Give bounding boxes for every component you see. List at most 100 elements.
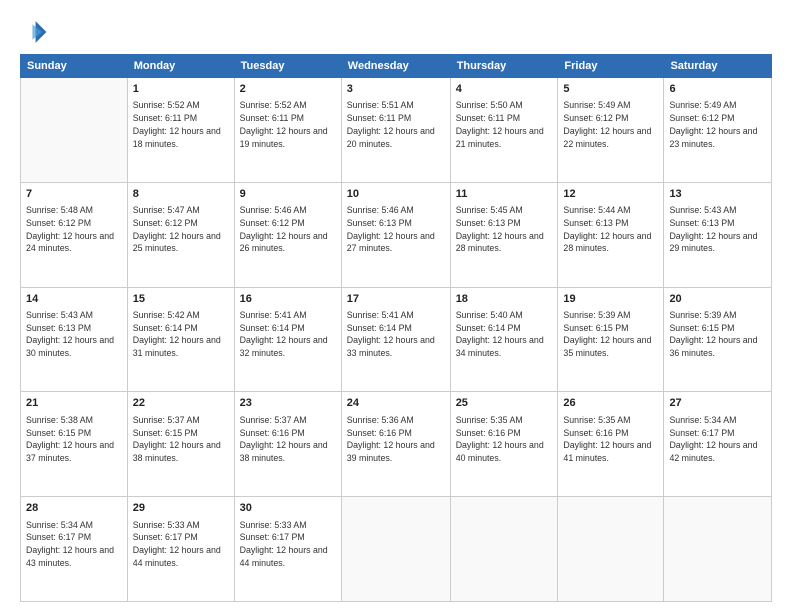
day-detail: Sunrise: 5:48 AMSunset: 6:12 PMDaylight:…	[26, 204, 122, 255]
day-detail: Sunrise: 5:46 AMSunset: 6:13 PMDaylight:…	[347, 204, 445, 255]
day-detail: Sunrise: 5:39 AMSunset: 6:15 PMDaylight:…	[669, 309, 766, 360]
day-cell: 23 Sunrise: 5:37 AMSunset: 6:16 PMDayligh…	[234, 392, 341, 497]
day-cell: 17Sunrise: 5:41 AMSunset: 6:14 PMDayligh…	[341, 287, 450, 392]
day-detail: Sunrise: 5:34 AMSunset: 6:17 PMDaylight:…	[669, 414, 766, 465]
day-number: 4	[456, 82, 553, 97]
day-detail: Sunrise: 5:34 AMSunset: 6:17 PMDaylight:…	[26, 519, 122, 570]
day-number: 24	[347, 396, 445, 411]
day-cell: 21 Sunrise: 5:38 AMSunset: 6:15 PMDayligh…	[21, 392, 128, 497]
day-number: 11	[456, 187, 553, 202]
day-number: 20	[669, 292, 766, 307]
day-number: 28	[26, 501, 122, 516]
day-cell: 14 Sunrise: 5:43 AMSunset: 6:13 PMDayligh…	[21, 287, 128, 392]
day-number: 26	[563, 396, 658, 411]
day-detail: Sunrise: 5:44 AMSunset: 6:13 PMDaylight:…	[563, 204, 658, 255]
day-cell	[21, 78, 128, 183]
day-cell: 28 Sunrise: 5:34 AMSunset: 6:17 PMDayligh…	[21, 497, 128, 602]
day-cell: 24 Sunrise: 5:36 AMSunset: 6:16 PMDayligh…	[341, 392, 450, 497]
day-number: 27	[669, 396, 766, 411]
day-cell: 8Sunrise: 5:47 AMSunset: 6:12 PMDaylight…	[127, 182, 234, 287]
weekday-header-monday: Monday	[127, 55, 234, 78]
day-cell	[558, 497, 664, 602]
day-number: 21	[26, 396, 122, 411]
day-number: 22	[133, 396, 229, 411]
day-cell	[341, 497, 450, 602]
week-row-3: 14 Sunrise: 5:43 AMSunset: 6:13 PMDayligh…	[21, 287, 772, 392]
day-detail: Sunrise: 5:51 AMSunset: 6:11 PMDaylight:…	[347, 99, 445, 150]
day-cell	[664, 497, 772, 602]
day-cell: 6 Sunrise: 5:49 AMSunset: 6:12 PMDaylight…	[664, 78, 772, 183]
header	[20, 18, 772, 46]
day-cell: 4 Sunrise: 5:50 AMSunset: 6:11 PMDaylight…	[450, 78, 558, 183]
day-detail: Sunrise: 5:40 AMSunset: 6:14 PMDaylight:…	[456, 309, 553, 360]
day-detail: Sunrise: 5:33 AMSunset: 6:17 PMDaylight:…	[133, 519, 229, 570]
day-number: 23	[240, 396, 336, 411]
day-number: 14	[26, 292, 122, 307]
day-cell: 15Sunrise: 5:42 AMSunset: 6:14 PMDayligh…	[127, 287, 234, 392]
day-detail: Sunrise: 5:33 AMSunset: 6:17 PMDaylight:…	[240, 519, 336, 570]
day-detail: Sunrise: 5:35 AMSunset: 6:16 PMDaylight:…	[563, 414, 658, 465]
logo-icon	[20, 18, 48, 46]
day-cell: 19Sunrise: 5:39 AMSunset: 6:15 PMDayligh…	[558, 287, 664, 392]
day-cell: 5Sunrise: 5:49 AMSunset: 6:12 PMDaylight…	[558, 78, 664, 183]
day-detail: Sunrise: 5:35 AMSunset: 6:16 PMDaylight:…	[456, 414, 553, 465]
day-detail: Sunrise: 5:49 AMSunset: 6:12 PMDaylight:…	[669, 99, 766, 150]
day-detail: Sunrise: 5:47 AMSunset: 6:12 PMDaylight:…	[133, 204, 229, 255]
day-detail: Sunrise: 5:39 AMSunset: 6:15 PMDaylight:…	[563, 309, 658, 360]
day-cell: 20 Sunrise: 5:39 AMSunset: 6:15 PMDayligh…	[664, 287, 772, 392]
day-number: 3	[347, 82, 445, 97]
day-number: 18	[456, 292, 553, 307]
day-cell: 10 Sunrise: 5:46 AMSunset: 6:13 PMDayligh…	[341, 182, 450, 287]
weekday-header-saturday: Saturday	[664, 55, 772, 78]
day-detail: Sunrise: 5:36 AMSunset: 6:16 PMDaylight:…	[347, 414, 445, 465]
day-cell: 25 Sunrise: 5:35 AMSunset: 6:16 PMDayligh…	[450, 392, 558, 497]
calendar: SundayMondayTuesdayWednesdayThursdayFrid…	[20, 54, 772, 602]
weekday-header-tuesday: Tuesday	[234, 55, 341, 78]
day-cell: 13 Sunrise: 5:43 AMSunset: 6:13 PMDayligh…	[664, 182, 772, 287]
day-cell: 16Sunrise: 5:41 AMSunset: 6:14 PMDayligh…	[234, 287, 341, 392]
day-detail: Sunrise: 5:38 AMSunset: 6:15 PMDaylight:…	[26, 414, 122, 465]
day-number: 30	[240, 501, 336, 516]
day-detail: Sunrise: 5:42 AMSunset: 6:14 PMDaylight:…	[133, 309, 229, 360]
logo	[20, 18, 50, 46]
day-number: 13	[669, 187, 766, 202]
day-number: 9	[240, 187, 336, 202]
day-number: 2	[240, 82, 336, 97]
day-cell: 29Sunrise: 5:33 AMSunset: 6:17 PMDayligh…	[127, 497, 234, 602]
day-cell: 12 Sunrise: 5:44 AMSunset: 6:13 PMDayligh…	[558, 182, 664, 287]
week-row-2: 7 Sunrise: 5:48 AMSunset: 6:12 PMDaylight…	[21, 182, 772, 287]
week-row-4: 21 Sunrise: 5:38 AMSunset: 6:15 PMDayligh…	[21, 392, 772, 497]
day-number: 7	[26, 187, 122, 202]
day-cell: 30 Sunrise: 5:33 AMSunset: 6:17 PMDayligh…	[234, 497, 341, 602]
day-detail: Sunrise: 5:43 AMSunset: 6:13 PMDaylight:…	[669, 204, 766, 255]
day-detail: Sunrise: 5:37 AMSunset: 6:15 PMDaylight:…	[133, 414, 229, 465]
day-number: 1	[133, 82, 229, 97]
day-detail: Sunrise: 5:50 AMSunset: 6:11 PMDaylight:…	[456, 99, 553, 150]
day-number: 16	[240, 292, 336, 307]
weekday-header-sunday: Sunday	[21, 55, 128, 78]
day-number: 12	[563, 187, 658, 202]
day-detail: Sunrise: 5:43 AMSunset: 6:13 PMDaylight:…	[26, 309, 122, 360]
week-row-5: 28 Sunrise: 5:34 AMSunset: 6:17 PMDayligh…	[21, 497, 772, 602]
day-number: 10	[347, 187, 445, 202]
day-number: 25	[456, 396, 553, 411]
day-cell: 7 Sunrise: 5:48 AMSunset: 6:12 PMDaylight…	[21, 182, 128, 287]
day-cell: 27 Sunrise: 5:34 AMSunset: 6:17 PMDayligh…	[664, 392, 772, 497]
weekday-header-row: SundayMondayTuesdayWednesdayThursdayFrid…	[21, 55, 772, 78]
day-detail: Sunrise: 5:49 AMSunset: 6:12 PMDaylight:…	[563, 99, 658, 150]
day-cell: 1 Sunrise: 5:52 AMSunset: 6:11 PMDaylight…	[127, 78, 234, 183]
day-number: 6	[669, 82, 766, 97]
day-cell	[450, 497, 558, 602]
day-cell: 18 Sunrise: 5:40 AMSunset: 6:14 PMDayligh…	[450, 287, 558, 392]
weekday-header-friday: Friday	[558, 55, 664, 78]
weekday-header-thursday: Thursday	[450, 55, 558, 78]
day-cell: 26 Sunrise: 5:35 AMSunset: 6:16 PMDayligh…	[558, 392, 664, 497]
day-detail: Sunrise: 5:37 AMSunset: 6:16 PMDaylight:…	[240, 414, 336, 465]
page: SundayMondayTuesdayWednesdayThursdayFrid…	[0, 0, 792, 612]
day-number: 17	[347, 292, 445, 307]
day-detail: Sunrise: 5:52 AMSunset: 6:11 PMDaylight:…	[133, 99, 229, 150]
day-cell: 9Sunrise: 5:46 AMSunset: 6:12 PMDaylight…	[234, 182, 341, 287]
day-cell: 11 Sunrise: 5:45 AMSunset: 6:13 PMDayligh…	[450, 182, 558, 287]
weekday-header-wednesday: Wednesday	[341, 55, 450, 78]
day-detail: Sunrise: 5:45 AMSunset: 6:13 PMDaylight:…	[456, 204, 553, 255]
